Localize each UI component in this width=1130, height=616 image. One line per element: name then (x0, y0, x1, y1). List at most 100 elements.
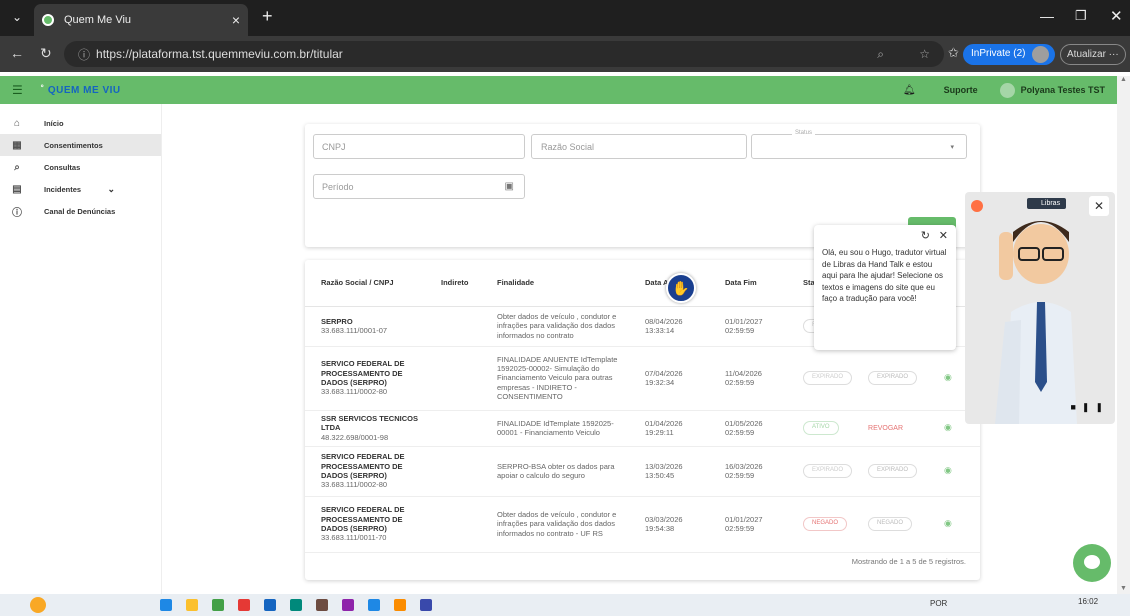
user-name[interactable]: Polyana Testes TST (1021, 85, 1105, 95)
cell-finalidade: FINALIDADE IdTemplate 1592025-00001 - Fi… (489, 410, 637, 447)
revoke-button[interactable]: REVOGAR (868, 425, 903, 432)
sidebar: ⌂ Início ▦ Consentimentos ⌕ Consultas ▤ Inci… (0, 104, 162, 594)
clock[interactable]: 16:02 (1078, 597, 1098, 606)
taskbar-app-icon[interactable] (394, 599, 406, 611)
cell-finalidade: FINALIDADE ANUENTE IdTemplate 1592025-00… (489, 346, 637, 411)
tab-menu-icon[interactable]: ⌄ (12, 10, 22, 24)
bubble-close-icon[interactable]: ✕ (939, 229, 948, 245)
taskbar-app-icon[interactable] (342, 599, 354, 611)
sidebar-item-label: Incidentes (44, 184, 82, 194)
sidebar-item-incidentes[interactable]: ▤ Incidentes ⌄ (0, 178, 161, 200)
col-razao[interactable]: Razão Social / CNPJ (305, 260, 433, 307)
profile-avatar[interactable] (1032, 46, 1049, 63)
window-close-icon[interactable]: ✕ (1110, 7, 1123, 25)
eye-icon[interactable]: ◉ (944, 518, 952, 528)
site-info-icon[interactable]: ⓘ (78, 46, 90, 63)
taskbar-app-icon[interactable] (420, 599, 432, 611)
chat-icon (1084, 555, 1100, 569)
cell-razao: SSR SERVICOS TECNICOS LTDA 48.322.698/000… (305, 410, 433, 447)
user-avatar[interactable] (999, 82, 1015, 98)
table-row: SERVICO FEDERAL DE PROCESSAMENTO DE DADO… (305, 496, 980, 553)
taskbar-app-icon[interactable] (290, 599, 302, 611)
taskbar-apps (160, 599, 720, 611)
cell-acao: REVOGAR (860, 410, 937, 447)
cell-finalidade: SERPRO-BSA obter os dados para apoiar o … (489, 446, 637, 497)
page-scrollbar[interactable]: ▲ ▼ (1117, 76, 1130, 594)
cell-status: EXPIRADO (795, 346, 861, 411)
calendar-icon[interactable]: ▣ (505, 181, 514, 192)
update-button[interactable]: Atualizar ··· (1060, 44, 1126, 65)
cell-view: ◉ (936, 446, 980, 497)
scroll-down-icon[interactable]: ▼ (1120, 585, 1127, 592)
action-badge: NEGADO (868, 517, 913, 531)
tab-close-icon[interactable]: × (232, 12, 240, 28)
cell-data-aut: 08/04/2026 13:33:14 (637, 306, 717, 347)
taskbar-app-icon[interactable] (186, 599, 198, 611)
taskbar-app-icon[interactable] (368, 599, 380, 611)
cell-data-fim: 01/01/2027 02:59:59 (717, 306, 795, 347)
status-label: Status (792, 130, 816, 136)
favorite-icon[interactable]: ☆ (919, 47, 930, 61)
cell-indireto (433, 306, 489, 347)
taskbar-app-icon[interactable] (238, 599, 250, 611)
reload-icon[interactable]: ↻ (921, 229, 930, 245)
col-indireto[interactable]: Indireto (433, 260, 489, 307)
weather-icon[interactable] (30, 597, 46, 613)
restore-icon[interactable]: ❐ (1075, 8, 1087, 24)
zoom-icon[interactable]: ⌕ (877, 47, 884, 62)
table-row: SERVICO FEDERAL DE PROCESSAMENTO DE DADO… (305, 446, 980, 497)
home-icon: ⌂ (13, 117, 21, 129)
cell-data-aut: 01/04/2026 19:29:11 (637, 410, 717, 447)
handtalk-bubble: ↻ ✕ Olá, eu sou o Hugo, tradutor virtual… (814, 225, 956, 350)
eye-icon[interactable]: ◉ (944, 465, 952, 475)
eye-icon[interactable]: ◉ (944, 422, 952, 432)
col-data-fim[interactable]: Data Fim (717, 260, 795, 307)
search-icon: ⌕ (14, 161, 20, 173)
cell-view: ◉ (936, 496, 980, 553)
handtalk-floating-icon[interactable]: ✋ (666, 273, 696, 303)
cell-data-fim: 16/03/2026 02:59:59 (717, 446, 795, 497)
back-icon[interactable]: ← (10, 45, 24, 61)
taskbar-app-icon[interactable] (160, 599, 172, 611)
sidebar-item-inicio[interactable]: ⌂ Início (0, 112, 161, 134)
cell-razao: SERVICO FEDERAL DE PROCESSAMENTO DE DADO… (305, 496, 433, 553)
chat-button[interactable] (1073, 544, 1111, 582)
list-icon: ▤ (12, 183, 22, 195)
taskbar-app-icon[interactable] (264, 599, 276, 611)
support-link[interactable]: Suporte (944, 85, 978, 95)
taskbar-app-icon[interactable] (212, 599, 224, 611)
browser-tab[interactable]: Quem Me Viu × (34, 4, 248, 36)
grid-icon: ▦ (12, 139, 22, 151)
app-header: ☰ ˚ QUEM ME VIU 🔔︎ Suporte Polyana Teste… (0, 76, 1117, 104)
sidebar-item-canal-denuncias[interactable]: ⓘ Canal de Denúncias (0, 200, 161, 222)
stop-icon[interactable]: ■ (1070, 402, 1081, 412)
brand-logo[interactable]: ˚ QUEM ME VIU (41, 85, 121, 96)
url-bar[interactable]: ⓘ https://plataforma.tst.quemmeviu.com.b… (64, 41, 944, 67)
taskbar-app-icon[interactable] (316, 599, 328, 611)
os-taskbar: POR 16:02 (0, 594, 1130, 616)
bell-icon[interactable]: 🔔︎ (903, 85, 916, 96)
sidebar-item-consultas[interactable]: ⌕ Consultas (0, 156, 161, 178)
minimize-icon[interactable]: — (1040, 8, 1054, 24)
language-indicator[interactable]: POR (930, 599, 947, 608)
menu-icon[interactable]: ☰ (12, 83, 23, 97)
favorites-bar-icon[interactable]: ✩ (948, 45, 959, 61)
status-badge: EXPIRADO (803, 464, 853, 478)
table-footer: Mostrando de 1 a 5 de 5 registros. (851, 557, 966, 566)
cnpj-field[interactable]: CNPJ (313, 134, 525, 159)
razao-social-field[interactable]: Razão Social (531, 134, 747, 159)
scroll-up-icon[interactable]: ▲ (1120, 76, 1127, 83)
reload-icon[interactable]: ↻ (40, 45, 52, 62)
avatar-controls: ■❚❚ (1070, 402, 1109, 413)
cell-indireto (433, 410, 489, 447)
sidebar-item-consentimentos[interactable]: ▦ Consentimentos (0, 134, 161, 156)
cell-indireto (433, 446, 489, 497)
status-select[interactable]: Status ▾ (751, 130, 967, 159)
cell-indireto (433, 496, 489, 553)
pause-icon[interactable]: ❚❚ (1082, 402, 1109, 412)
eye-icon[interactable]: ◉ (944, 372, 952, 382)
new-tab-button[interactable]: + (262, 6, 273, 27)
col-finalidade[interactable]: Finalidade (489, 260, 637, 307)
periodo-field[interactable]: Período ▣ (313, 174, 525, 199)
cell-razao: SERPRO 33.683.111/0001-07 (305, 306, 433, 347)
